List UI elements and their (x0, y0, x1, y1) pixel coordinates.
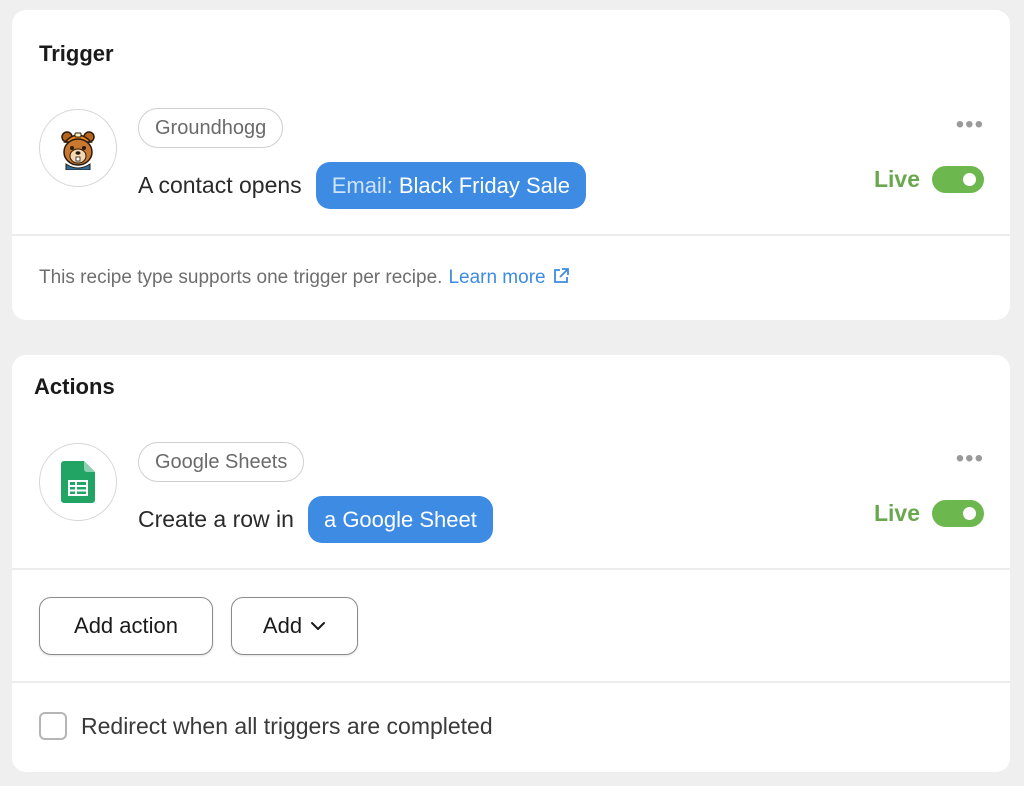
action-integration-avatar (39, 443, 117, 521)
trigger-live-toggle[interactable] (932, 166, 984, 193)
trigger-card: Trigger Groundhogg A contact opens Email… (12, 10, 1010, 320)
trigger-status-label: Live (873, 166, 920, 192)
trigger-divider (12, 234, 1010, 236)
add-dropdown-button[interactable]: Add (231, 597, 358, 655)
redirect-checkbox[interactable] (39, 712, 67, 740)
action-live-toggle[interactable] (932, 500, 984, 527)
trigger-integration-name: Groundhogg (138, 108, 284, 148)
trigger-email-token[interactable]: Email: Black Friday Sale (315, 162, 586, 209)
token-prefix: Email: (331, 172, 393, 198)
action-divider-bottom (12, 681, 1010, 683)
action-sheet-token[interactable]: a Google Sheet (307, 496, 493, 543)
toggle-knob (963, 173, 976, 186)
groundhog-mascot-icon (61, 131, 95, 170)
action-status-label: Live (873, 500, 920, 526)
action-integration-name: Google Sheets (138, 442, 305, 482)
redirect-label: Redirect when all triggers are completed (81, 712, 493, 739)
trigger-sentence-text: A contact opens (138, 172, 302, 198)
trigger-more-icon[interactable]: ••• (956, 113, 984, 137)
add-action-button[interactable]: Add action (39, 597, 213, 655)
external-link-icon (553, 268, 569, 283)
action-divider-top (12, 568, 1010, 570)
learn-more-link[interactable]: Learn more (448, 267, 569, 288)
trigger-sentence: A contact opens Email: Black Friday Sale (138, 162, 586, 209)
redirect-option[interactable]: Redirect when all triggers are completed (39, 712, 493, 740)
actions-card: Actions Google Sheets Create a row in a … (12, 355, 1010, 772)
trigger-note-text: This recipe type supports one trigger pe… (39, 267, 443, 288)
trigger-integration-avatar (39, 109, 117, 187)
action-status: Live (874, 500, 984, 527)
trigger-title: Trigger (39, 41, 114, 66)
action-sentence-text: Create a row in (138, 506, 294, 532)
google-sheets-icon (61, 461, 95, 503)
toggle-knob (963, 507, 976, 520)
learn-more-label: Learn more (448, 267, 546, 288)
trigger-note: This recipe type supports one trigger pe… (39, 267, 570, 289)
token-value: a Google Sheet (323, 506, 477, 532)
action-more-icon[interactable]: ••• (956, 447, 984, 471)
chevron-down-icon (311, 622, 326, 630)
actions-title: Actions (34, 374, 115, 399)
action-sentence: Create a row in a Google Sheet (138, 496, 493, 543)
token-value: Black Friday Sale (398, 172, 570, 198)
trigger-status: Live (874, 166, 984, 193)
add-dropdown-label: Add (262, 613, 303, 638)
